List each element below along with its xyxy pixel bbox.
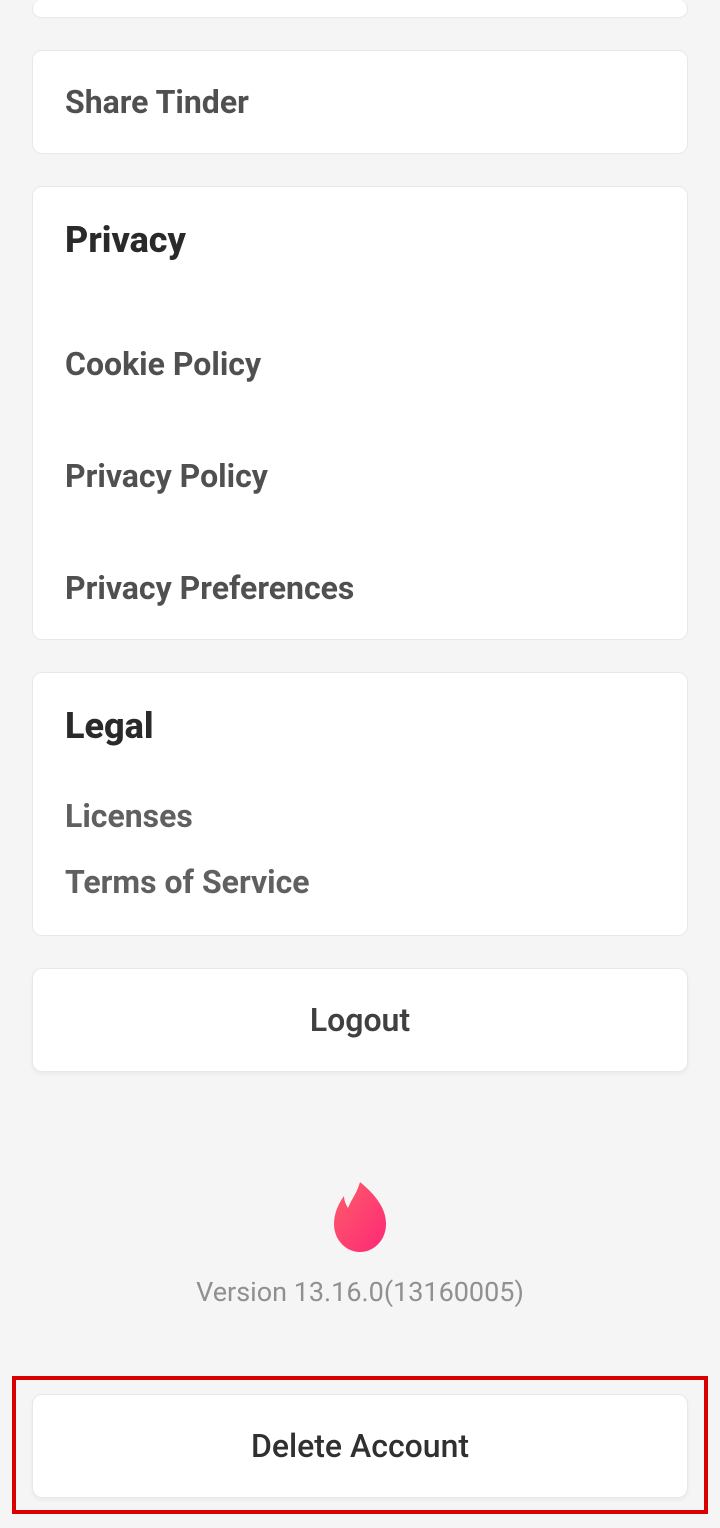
legal-title: Legal: [65, 705, 655, 747]
cookie-policy-row[interactable]: Cookie Policy: [65, 325, 655, 437]
share-tinder-row[interactable]: Share Tinder: [32, 50, 688, 154]
version-text: Version 13.16.0(13160005): [0, 1276, 720, 1308]
tinder-flame-icon: [330, 1182, 390, 1254]
share-tinder-label: Share Tinder: [65, 83, 655, 121]
terms-of-service-row[interactable]: Terms of Service: [65, 849, 655, 915]
privacy-policy-row[interactable]: Privacy Policy: [65, 437, 655, 549]
card-bottom-fragment: [32, 0, 688, 18]
delete-account-label: Delete Account: [65, 1427, 655, 1465]
logout-button[interactable]: Logout: [32, 968, 688, 1072]
privacy-title: Privacy: [65, 219, 655, 261]
logout-label: Logout: [65, 1001, 655, 1039]
delete-account-button[interactable]: Delete Account: [32, 1394, 688, 1498]
legal-section: Legal Licenses Terms of Service: [32, 672, 688, 936]
licenses-row[interactable]: Licenses: [65, 783, 655, 849]
logo-section: Version 13.16.0(13160005): [0, 1182, 720, 1308]
privacy-section: Privacy Cookie Policy Privacy Policy Pri…: [32, 186, 688, 640]
privacy-preferences-row[interactable]: Privacy Preferences: [65, 549, 655, 615]
